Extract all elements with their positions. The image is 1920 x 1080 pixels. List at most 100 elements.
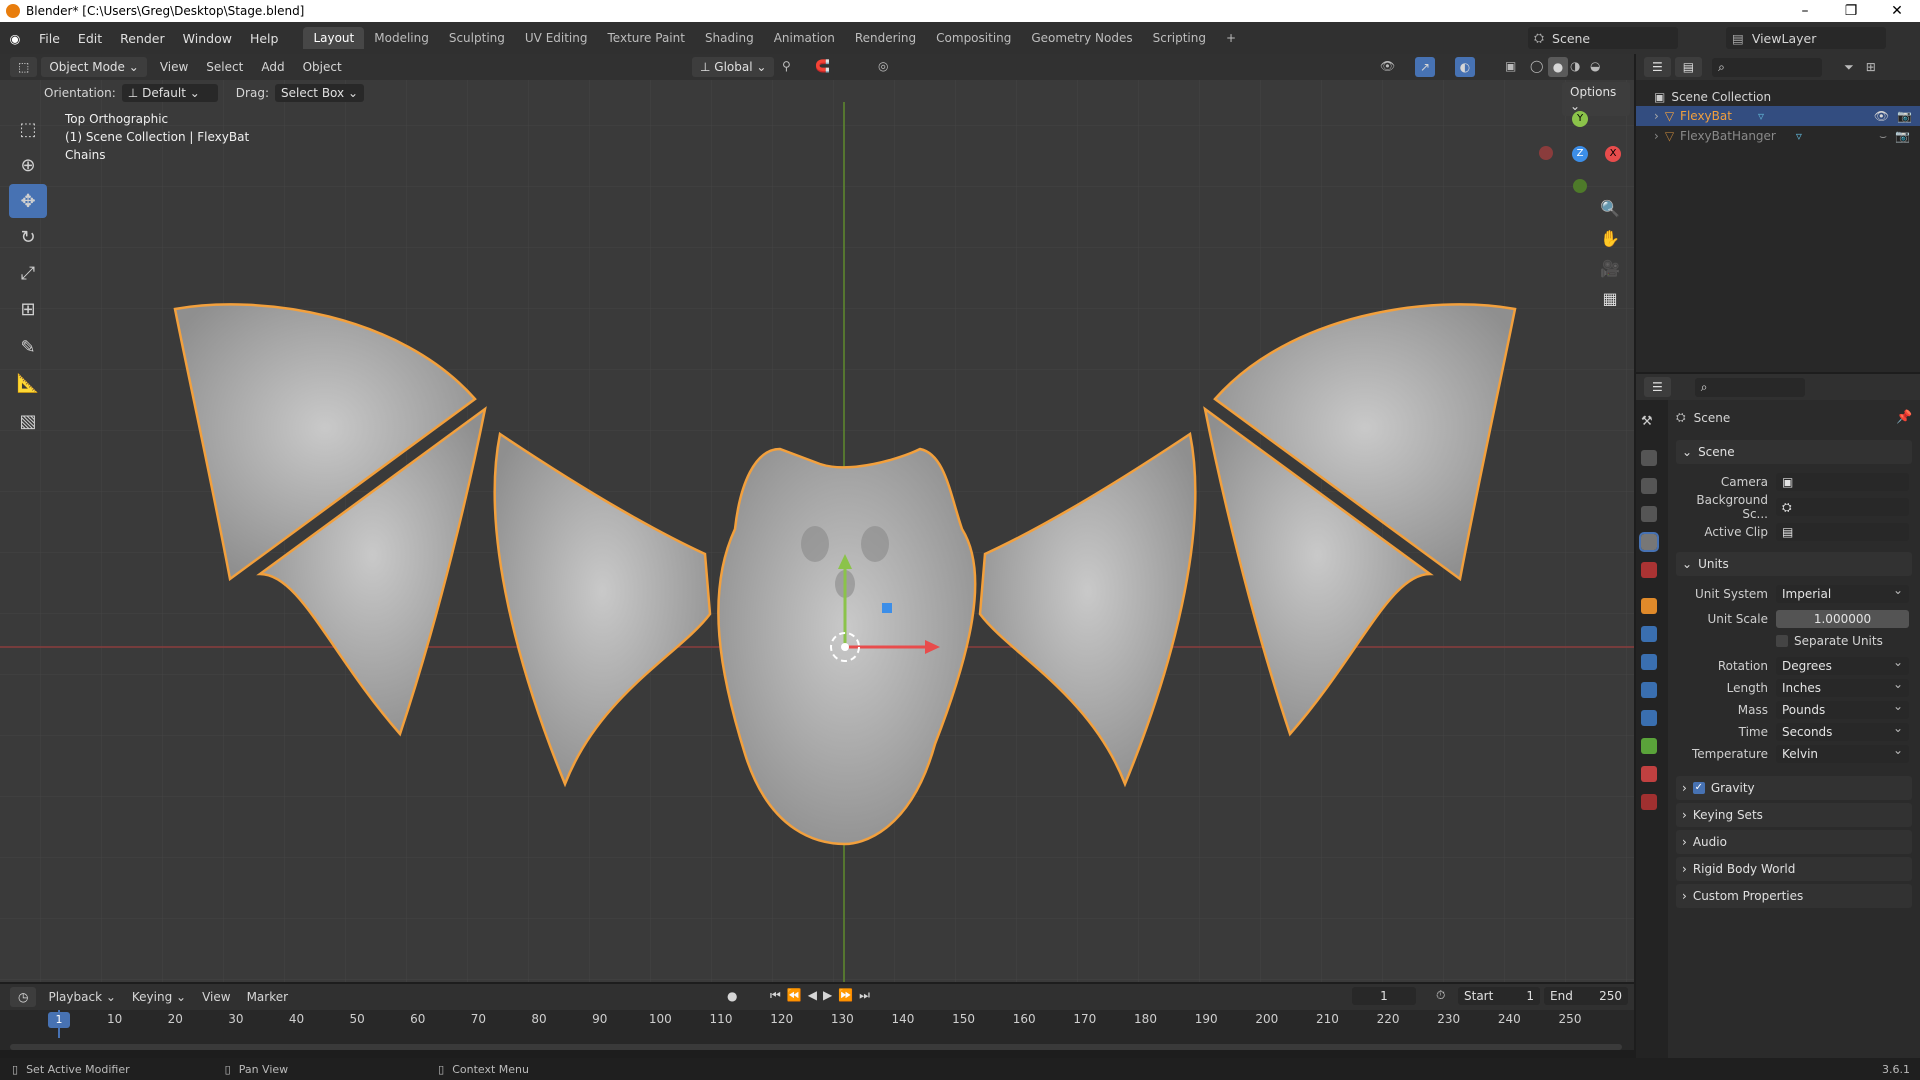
annotate-tool[interactable]: ✎: [9, 330, 47, 364]
active-clip-field[interactable]: ▤: [1776, 523, 1909, 541]
gizmo-z-axis[interactable]: Z: [1572, 146, 1588, 162]
outliner-search-input[interactable]: ⌕: [1712, 57, 1823, 77]
camera-field[interactable]: ▣: [1776, 473, 1909, 491]
menu-edit[interactable]: Edit: [69, 31, 111, 46]
length-dropdown[interactable]: Inches: [1776, 675, 1909, 697]
scene-tab-icon[interactable]: [1639, 532, 1659, 552]
mass-dropdown[interactable]: Pounds: [1776, 697, 1909, 719]
snap-icon[interactable]: 🧲: [815, 59, 830, 73]
rotate-tool[interactable]: ↻: [9, 220, 47, 254]
minimize-button[interactable]: –: [1782, 0, 1828, 22]
end-frame-field[interactable]: End 250: [1544, 987, 1628, 1005]
filter-icon[interactable]: ⏷: [1844, 60, 1854, 75]
time-dropdown[interactable]: Seconds: [1776, 719, 1909, 741]
rendered-shading-icon[interactable]: ◒: [1590, 59, 1600, 73]
pin-icon[interactable]: 📌: [1896, 410, 1912, 425]
render-tab-icon[interactable]: [1641, 450, 1657, 466]
editor-type-icon[interactable]: ⬚: [10, 57, 38, 77]
gizmo-y-axis[interactable]: Y: [1572, 111, 1588, 127]
pivot-icon[interactable]: ⚲: [782, 59, 791, 73]
transform-orientation-dropdown[interactable]: ⊥ Global ⌄: [692, 57, 775, 77]
menu-render[interactable]: Render: [111, 31, 174, 46]
outliner-editor-type-icon[interactable]: ☰: [1644, 57, 1671, 77]
tab-rendering[interactable]: Rendering: [845, 27, 926, 49]
modifier-tab-icon[interactable]: [1641, 626, 1657, 642]
proportional-edit-icon[interactable]: ◎: [878, 59, 888, 73]
keying-sets-section-header[interactable]: › Keying Sets: [1676, 803, 1912, 827]
tab-scripting[interactable]: Scripting: [1143, 27, 1216, 49]
properties-editor-type-icon[interactable]: ☰: [1644, 377, 1671, 397]
outliner-item-flexybat[interactable]: › ▽ FlexyBat ▿ 👁 📷: [1636, 106, 1920, 126]
gizmo-neg-x[interactable]: [1539, 146, 1553, 160]
outliner-item-flexybathanger[interactable]: › ▽ FlexyBatHanger ▿ ⌣ 📷: [1654, 126, 1910, 146]
scene-section-header[interactable]: ⌄ Scene: [1676, 440, 1912, 464]
material-tab-icon[interactable]: [1641, 766, 1657, 782]
tab-uv-editing[interactable]: UV Editing: [515, 27, 598, 49]
unit-scale-field[interactable]: 1.000000: [1776, 610, 1909, 628]
tab-texture-paint[interactable]: Texture Paint: [598, 27, 695, 49]
zoom-icon[interactable]: 🔍: [1600, 194, 1620, 224]
render-visibility-icon[interactable]: 📷: [1897, 109, 1912, 123]
tab-geometry-nodes[interactable]: Geometry Nodes: [1021, 27, 1142, 49]
expand-arrow-icon[interactable]: ›: [1654, 129, 1659, 143]
drag-dropdown[interactable]: Select Box ⌄: [274, 84, 364, 102]
add-workspace-icon[interactable]: +: [1216, 27, 1246, 49]
units-section-header[interactable]: ⌄ Units: [1676, 552, 1912, 576]
start-frame-field[interactable]: Start 1: [1458, 987, 1540, 1005]
orientation-dropdown[interactable]: ⊥ Default ⌄: [121, 84, 218, 102]
tool-tab-icon[interactable]: ⚒: [1641, 414, 1657, 430]
menu-playback[interactable]: Playback ⌄: [40, 990, 123, 1004]
transform-tool[interactable]: ⊞: [9, 292, 47, 326]
timeline-editor-type-icon[interactable]: ◷: [10, 987, 37, 1007]
audio-section-header[interactable]: › Audio: [1676, 830, 1912, 854]
menu-timeline-view[interactable]: View: [194, 990, 238, 1004]
separate-units-checkbox[interactable]: [1776, 635, 1788, 647]
timeline-scrollbar[interactable]: [10, 1044, 1622, 1050]
new-collection-icon[interactable]: ⊞: [1866, 60, 1876, 74]
overlay-toggle-icon[interactable]: ◐: [1455, 57, 1475, 77]
menu-add[interactable]: Add: [252, 60, 293, 74]
particles-tab-icon[interactable]: [1641, 654, 1657, 670]
eye-visibility-icon[interactable]: 👁: [1874, 109, 1889, 123]
ortho-grid-icon[interactable]: ▦: [1600, 284, 1620, 314]
tab-animation[interactable]: Animation: [764, 27, 845, 49]
tab-compositing[interactable]: Compositing: [926, 27, 1021, 49]
temperature-dropdown[interactable]: Kelvin: [1776, 741, 1909, 763]
gizmo-toggle-icon[interactable]: ↗: [1415, 57, 1435, 77]
unit-system-dropdown[interactable]: Imperial: [1776, 581, 1909, 603]
tab-shading[interactable]: Shading: [695, 27, 764, 49]
navigation-gizmo[interactable]: Y Z X: [1535, 109, 1625, 199]
gravity-checkbox[interactable]: ✓: [1692, 782, 1705, 794]
viewport-3d[interactable]: ⬚ Object Mode ⌄ View Select Add Object ⊥…: [0, 54, 1634, 982]
output-tab-icon[interactable]: [1641, 478, 1657, 494]
measure-tool[interactable]: 📐: [9, 366, 47, 400]
menu-select[interactable]: Select: [197, 60, 252, 74]
playhead-frame-label[interactable]: 1: [48, 1012, 70, 1028]
menu-window[interactable]: Window: [174, 31, 241, 46]
add-cube-tool[interactable]: ▧: [9, 404, 47, 438]
visibility-icon[interactable]: 👁: [1380, 59, 1395, 73]
data-tab-icon[interactable]: [1641, 738, 1657, 754]
expand-arrow-icon[interactable]: ›: [1654, 109, 1659, 123]
menu-file[interactable]: File: [30, 31, 69, 46]
background-scene-field[interactable]: ⛭: [1776, 498, 1909, 516]
maximize-button[interactable]: ❐: [1828, 0, 1874, 22]
menu-marker[interactable]: Marker: [239, 990, 296, 1004]
rotation-dropdown[interactable]: Degrees: [1776, 653, 1909, 675]
solid-shading-icon[interactable]: ●: [1548, 57, 1568, 77]
blender-menu-icon[interactable]: ◉: [0, 31, 30, 46]
rigid-body-world-section-header[interactable]: › Rigid Body World: [1676, 857, 1912, 881]
world-tab-icon[interactable]: [1641, 562, 1657, 578]
menu-view[interactable]: View: [151, 60, 197, 74]
eye-hidden-icon[interactable]: ⌣: [1879, 129, 1887, 144]
scene-collection-row[interactable]: ▣ Scene Collection: [1654, 88, 1910, 106]
viewlayer-selector[interactable]: ▤ ViewLayer: [1726, 27, 1886, 49]
camera-view-icon[interactable]: 🎥: [1600, 254, 1620, 284]
playback-controls[interactable]: ⏮⏪◀▶⏩⏭: [770, 988, 876, 1003]
tab-modeling[interactable]: Modeling: [364, 27, 439, 49]
close-button[interactable]: ✕: [1874, 0, 1920, 22]
object-tab-icon[interactable]: [1641, 598, 1657, 614]
tab-layout[interactable]: Layout: [303, 27, 365, 49]
move-tool[interactable]: ✥: [9, 184, 47, 218]
menu-help[interactable]: Help: [241, 31, 288, 46]
